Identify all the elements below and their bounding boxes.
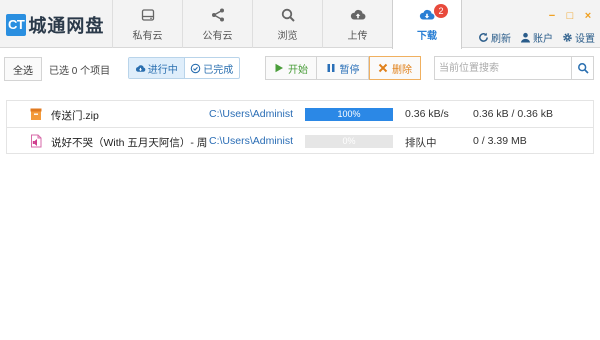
progress-text: 0%	[342, 136, 356, 146]
maximize-button[interactable]: □	[564, 10, 576, 22]
user-icon	[520, 32, 531, 43]
share-icon	[211, 8, 224, 21]
filter-running-label: 进行中	[147, 64, 178, 76]
check-circle-icon	[190, 63, 201, 73]
tab-label: 浏览	[277, 30, 298, 42]
title-bar: CT 城通网盘 私有云 公有云 浏览 上传 下载 2 − □ × 刷新 账户 设…	[0, 0, 600, 49]
search-icon	[281, 8, 295, 22]
close-button[interactable]: ×	[582, 10, 594, 22]
refresh-icon	[479, 32, 488, 42]
selection-count: 已选 0 个项目	[49, 66, 111, 77]
tab-label: 私有云	[132, 30, 163, 42]
tab-label: 下载	[417, 31, 437, 42]
delete-button[interactable]: 删除	[369, 56, 421, 80]
refresh-link[interactable]: 刷新	[478, 30, 511, 45]
file-name: 传送门.zip	[51, 110, 99, 122]
download-list: 传送门.zip C:\Users\Administ 100% 0.36 kB/s…	[6, 100, 594, 154]
minimize-button[interactable]: −	[546, 10, 558, 22]
search-input[interactable]	[435, 57, 571, 79]
cloud-download-icon	[135, 64, 146, 72]
download-speed: 0.36 kB/s	[405, 108, 449, 120]
select-all-button[interactable]: 全选	[4, 57, 42, 81]
close-icon	[378, 63, 388, 73]
download-count-badge: 2	[434, 4, 448, 18]
progress-text: 100%	[337, 109, 361, 119]
pause-label: 暂停	[339, 64, 360, 76]
start-label: 开始	[288, 64, 308, 76]
app-logo: CT 城通网盘	[6, 13, 104, 37]
logo-text: 城通网盘	[28, 16, 105, 37]
logo-badge: CT	[6, 14, 27, 36]
pause-icon	[327, 64, 334, 72]
archive-icon	[30, 108, 42, 120]
refresh-label: 刷新	[491, 34, 511, 45]
settings-label: 设置	[575, 34, 595, 45]
toolbar: 全选 已选 0 个项目 进行中 已完成 开始 暂停 删除	[0, 56, 600, 82]
action-group: 开始 暂停 删除	[265, 56, 421, 82]
audio-file-icon	[31, 134, 42, 148]
window-controls: − □ ×	[546, 10, 594, 22]
filter-completed[interactable]: 已完成	[183, 58, 240, 78]
progress-bar: 0%	[305, 135, 393, 148]
status-filter: 进行中 已完成	[128, 57, 240, 79]
tab-label: 公有云	[202, 30, 233, 42]
download-speed: 排队中	[405, 137, 437, 149]
tab-upload[interactable]: 上传	[322, 0, 392, 48]
search-icon	[577, 63, 589, 74]
header-links: 刷新 账户 设置	[478, 30, 595, 45]
file-name: 说好不哭（With 五月天阿信）- 周	[51, 137, 208, 149]
play-icon	[275, 63, 283, 73]
drive-icon	[141, 8, 154, 21]
search-button[interactable]	[571, 57, 593, 79]
progress-bar: 100%	[305, 108, 393, 121]
search-box	[434, 56, 594, 80]
tab-browse[interactable]: 浏览	[252, 0, 322, 48]
download-row[interactable]: 传送门.zip C:\Users\Administ 100% 0.36 kB/s…	[6, 100, 594, 127]
file-path-link[interactable]: C:\Users\Administ	[209, 135, 293, 147]
tab-label: 上传	[347, 30, 368, 42]
tab-public-cloud[interactable]: 公有云	[182, 0, 252, 48]
account-label: 账户	[533, 34, 553, 45]
tab-private-cloud[interactable]: 私有云	[112, 0, 182, 48]
file-path-link[interactable]: C:\Users\Administ	[209, 108, 293, 120]
cloud-download-icon	[419, 9, 435, 20]
settings-link[interactable]: 设置	[562, 30, 595, 45]
select-all-label: 全选	[13, 65, 33, 77]
pause-button[interactable]: 暂停	[317, 56, 369, 80]
gear-icon	[563, 33, 572, 42]
tab-download[interactable]: 下载 2	[392, 0, 462, 49]
start-button[interactable]: 开始	[265, 56, 317, 80]
account-link[interactable]: 账户	[520, 30, 553, 45]
download-row[interactable]: 说好不哭（With 五月天阿信）- 周 C:\Users\Administ 0%…	[6, 127, 594, 154]
file-size: 0 / 3.39 MB	[473, 135, 527, 147]
delete-label: 删除	[392, 64, 412, 76]
cloud-upload-icon	[350, 9, 365, 20]
filter-running[interactable]: 进行中	[129, 58, 184, 78]
file-size: 0.36 kB / 0.36 kB	[473, 108, 553, 120]
filter-completed-label: 已完成	[203, 64, 234, 76]
